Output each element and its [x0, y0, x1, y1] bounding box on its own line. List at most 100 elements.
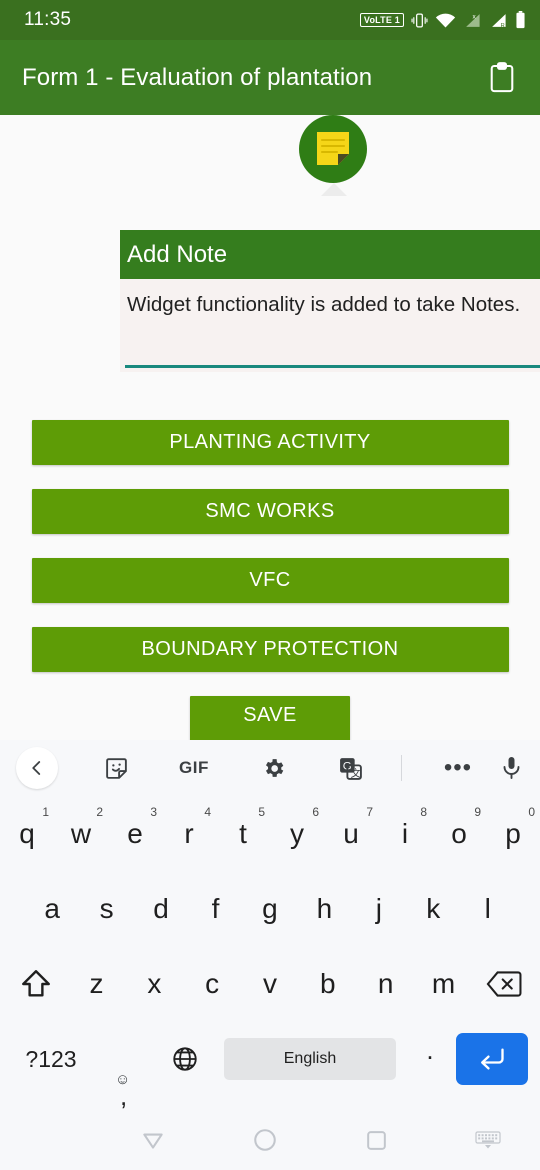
nav-recents-button[interactable] — [364, 1128, 389, 1153]
key-t-number: 5 — [258, 804, 265, 819]
key-b-label: b — [320, 967, 336, 999]
key-k-label: k — [426, 892, 441, 924]
enter-arrow-icon — [481, 1048, 504, 1070]
shift-key[interactable] — [4, 967, 68, 1001]
key-t-label: t — [239, 817, 247, 849]
space-key[interactable]: English — [224, 1038, 396, 1080]
signal-1-icon: x — [466, 13, 480, 27]
language-switch-key[interactable] — [154, 1045, 216, 1073]
vfc-button[interactable]: VFC — [31, 558, 509, 603]
note-body-text: Widget functionality is added to take No… — [127, 293, 521, 316]
key-w[interactable]: 2w — [54, 801, 108, 867]
back-chevron-icon[interactable] — [16, 747, 58, 789]
boundary-protection-button[interactable]: BOUNDARY PROTECTION — [31, 627, 509, 672]
clipboard-icon[interactable] — [484, 60, 520, 96]
microphone-icon[interactable] — [499, 755, 524, 781]
key-c[interactable]: c — [183, 951, 241, 1017]
keyboard-row-2: a s d f g h j k l — [0, 871, 540, 946]
keyboard-toolbar: GIF G 文 ••• — [0, 740, 540, 796]
note-body[interactable]: Widget functionality is added to take No… — [120, 279, 540, 372]
key-i[interactable]: 8i — [378, 801, 432, 867]
battery-icon — [516, 11, 525, 29]
key-m[interactable]: m — [415, 951, 473, 1017]
key-q-label: q — [19, 817, 35, 849]
keyboard: GIF G 文 ••• 1 q 2 w 3 e 4 r 5 t 6 y 7 u … — [0, 740, 540, 1110]
key-x-label: x — [147, 967, 162, 999]
backspace-icon — [486, 970, 522, 997]
key-g[interactable]: g — [243, 876, 297, 942]
backspace-key[interactable] — [472, 969, 536, 999]
key-a[interactable]: a — [25, 876, 79, 942]
key-l[interactable]: l — [461, 876, 515, 942]
hide-keyboard-button[interactable] — [475, 1130, 501, 1150]
key-y[interactable]: 6y — [270, 801, 324, 867]
enter-key[interactable] — [456, 1033, 528, 1085]
key-i-number: 8 — [420, 804, 427, 819]
key-i-label: i — [401, 817, 409, 849]
key-k[interactable]: k — [406, 876, 460, 942]
sticky-note-icon — [317, 132, 349, 165]
key-a-label: a — [44, 892, 60, 924]
navigation-bar — [0, 1110, 540, 1170]
status-bar: 11:35 VoLTE 1 x R — [0, 0, 540, 40]
note-pointer — [321, 183, 347, 196]
signal-2-icon: R — [492, 13, 506, 28]
status-clock: 11:35 — [24, 9, 72, 30]
key-d[interactable]: d — [134, 876, 188, 942]
period-key[interactable]: . — [404, 1035, 456, 1084]
planting-activity-button[interactable]: PLANTING ACTIVITY — [31, 420, 509, 465]
key-e-label: e — [127, 817, 143, 849]
gear-icon[interactable] — [261, 756, 286, 781]
symbols-key[interactable]: ?123 — [8, 1046, 94, 1073]
key-h-label: h — [316, 892, 333, 924]
key-j-label: j — [375, 892, 382, 924]
key-g-label: g — [262, 892, 278, 924]
key-j[interactable]: j — [352, 876, 406, 942]
key-e-number: 3 — [150, 804, 157, 819]
keyboard-row-4: ?123 ☺ , English . — [0, 1021, 540, 1109]
key-x[interactable]: x — [125, 951, 183, 1017]
key-f[interactable]: f — [188, 876, 242, 942]
key-e[interactable]: 3e — [108, 801, 162, 867]
volte-badge: VoLTE 1 — [359, 13, 404, 27]
nav-back-triangle-icon — [143, 1133, 163, 1149]
nav-home-button[interactable] — [252, 1127, 278, 1153]
key-r[interactable]: 4r — [162, 801, 216, 867]
translate-icon[interactable]: G 文 — [338, 756, 363, 781]
gif-icon[interactable]: GIF — [179, 758, 209, 778]
key-v[interactable]: v — [241, 951, 299, 1017]
key-q[interactable]: 1q — [0, 801, 54, 867]
key-h[interactable]: h — [297, 876, 351, 942]
more-icon[interactable]: ••• — [444, 756, 472, 780]
key-q-number: 1 — [42, 804, 49, 819]
key-f-label: f — [211, 892, 220, 924]
app-bar: Form 1 - Evaluation of plantation — [0, 40, 540, 115]
key-m-label: m — [431, 967, 456, 999]
key-s-label: s — [99, 892, 114, 924]
vibrate-icon — [411, 12, 428, 28]
key-z[interactable]: z — [68, 951, 126, 1017]
key-t[interactable]: 5t — [216, 801, 270, 867]
nav-back-button[interactable] — [140, 1127, 166, 1153]
key-r-label: r — [184, 817, 194, 849]
smc-works-button[interactable]: SMC WORKS — [31, 489, 509, 534]
save-button[interactable]: SAVE — [190, 696, 350, 741]
key-b[interactable]: b — [299, 951, 357, 1017]
wifi-icon — [435, 13, 456, 27]
svg-text:R: R — [501, 22, 505, 28]
key-u-number: 7 — [366, 804, 373, 819]
key-u[interactable]: 7u — [324, 801, 378, 867]
key-o[interactable]: 9o — [432, 801, 486, 867]
key-s[interactable]: s — [79, 876, 133, 942]
key-v-label: v — [263, 967, 277, 999]
key-n[interactable]: n — [357, 951, 415, 1017]
status-icons: VoLTE 1 x R — [359, 11, 526, 29]
key-p-label: p — [505, 817, 521, 849]
key-c-label: c — [205, 967, 220, 999]
phone-screen: 11:35 VoLTE 1 x R Form 1 - Evaluation of… — [0, 0, 540, 1170]
key-u-label: u — [343, 817, 359, 849]
sticker-icon[interactable] — [104, 756, 129, 781]
key-p[interactable]: 0p — [486, 801, 540, 867]
nav-recents-square-icon — [367, 1130, 386, 1150]
key-p-number: 0 — [528, 804, 535, 819]
